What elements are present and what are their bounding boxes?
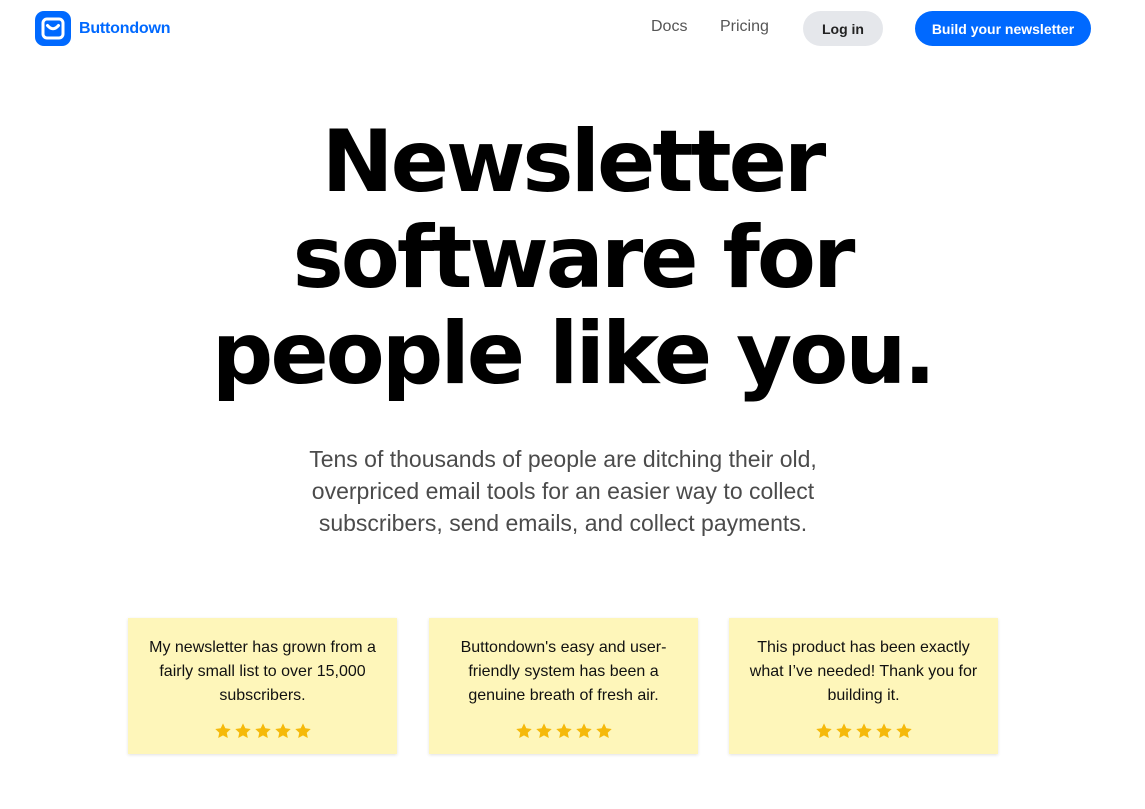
testimonial-line: genuine breath of fresh air. bbox=[468, 687, 659, 704]
testimonial-line: fairly small list to over 15,000 bbox=[159, 663, 366, 680]
testimonial-line: building it. bbox=[827, 687, 900, 704]
nav-link-pricing[interactable]: Pricing bbox=[720, 18, 769, 36]
star-icon bbox=[294, 723, 311, 739]
star-rating bbox=[743, 722, 984, 740]
star-icon bbox=[855, 723, 872, 739]
brand-name: Buttondown bbox=[79, 19, 171, 37]
testimonial-card: Buttondown's easy and user- friendly sys… bbox=[429, 618, 698, 754]
hero-title-line: software for bbox=[292, 208, 856, 308]
star-icon bbox=[895, 723, 912, 739]
top-nav: Buttondown Docs Pricing Log in Build you… bbox=[0, 0, 1145, 56]
star-icon bbox=[555, 723, 572, 739]
hero-subtitle-line: overpriced email tools for an easier way… bbox=[311, 478, 815, 504]
star-icon bbox=[875, 723, 892, 739]
star-icon bbox=[515, 723, 532, 739]
testimonial-line: Buttondown's easy and user- bbox=[460, 639, 667, 656]
login-button[interactable]: Log in bbox=[803, 11, 883, 46]
star-icon bbox=[535, 723, 552, 739]
hero-subtitle-line: subscribers, send emails, and collect pa… bbox=[318, 510, 808, 536]
star-icon bbox=[575, 723, 592, 739]
testimonial-line: friendly system has been a bbox=[468, 663, 659, 680]
star-icon bbox=[254, 723, 271, 739]
hero-subtitle-line: Tens of thousands of people are ditching… bbox=[309, 446, 817, 472]
testimonial-card: My newsletter has grown from a fairly sm… bbox=[128, 618, 397, 754]
hero-title-line: Newsletter bbox=[321, 112, 827, 212]
testimonial-quote: This product has been exactly what I’ve … bbox=[743, 636, 984, 708]
star-icon bbox=[234, 723, 251, 739]
testimonial-line: subscribers. bbox=[219, 687, 306, 704]
star-rating bbox=[142, 722, 383, 740]
star-icon bbox=[595, 723, 612, 739]
testimonial-quote: My newsletter has grown from a fairly sm… bbox=[142, 636, 383, 708]
testimonial-line: My newsletter has grown from a bbox=[149, 639, 376, 656]
testimonial-quote: Buttondown's easy and user- friendly sys… bbox=[443, 636, 684, 708]
hero-title: Newsletter software for people like you. bbox=[0, 114, 1145, 402]
build-newsletter-button[interactable]: Build your newsletter bbox=[915, 11, 1091, 46]
star-icon bbox=[214, 723, 231, 739]
testimonial-line: This product has been exactly bbox=[757, 639, 970, 656]
star-rating bbox=[443, 722, 684, 740]
hero-title-line: people like you. bbox=[211, 304, 936, 404]
hero-subtitle: Tens of thousands of people are ditching… bbox=[272, 443, 854, 539]
star-icon bbox=[835, 723, 852, 739]
star-icon bbox=[274, 723, 291, 739]
testimonial-card: This product has been exactly what I’ve … bbox=[729, 618, 998, 754]
star-icon bbox=[815, 723, 832, 739]
nav-link-docs[interactable]: Docs bbox=[651, 18, 687, 36]
testimonial-line: what I’ve needed! Thank you for bbox=[749, 663, 978, 680]
brand-logo-link[interactable]: Buttondown bbox=[35, 11, 171, 46]
buttondown-logo-icon bbox=[35, 11, 71, 46]
